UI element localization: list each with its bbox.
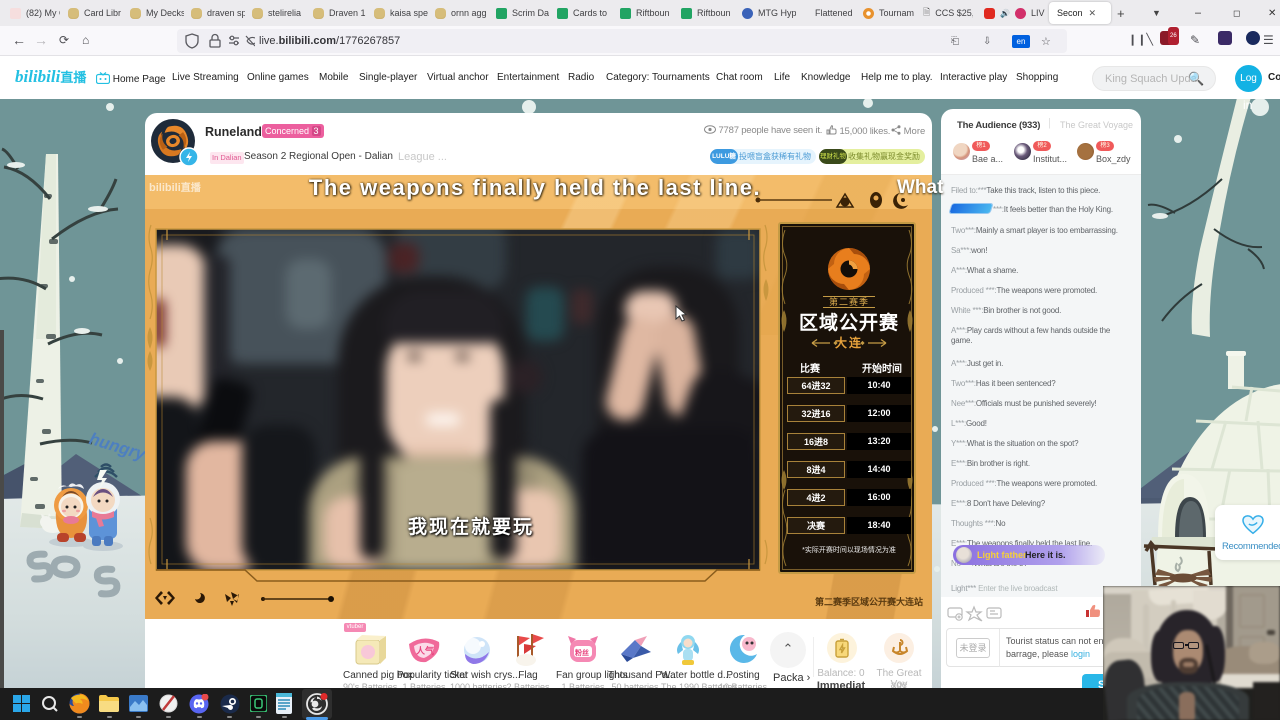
svg-text:hungry: hungry xyxy=(87,429,149,464)
svg-text:in: in xyxy=(1243,99,1252,112)
svg-text:粉丝: 粉丝 xyxy=(575,648,589,657)
svg-text:人气: 人气 xyxy=(415,645,434,656)
